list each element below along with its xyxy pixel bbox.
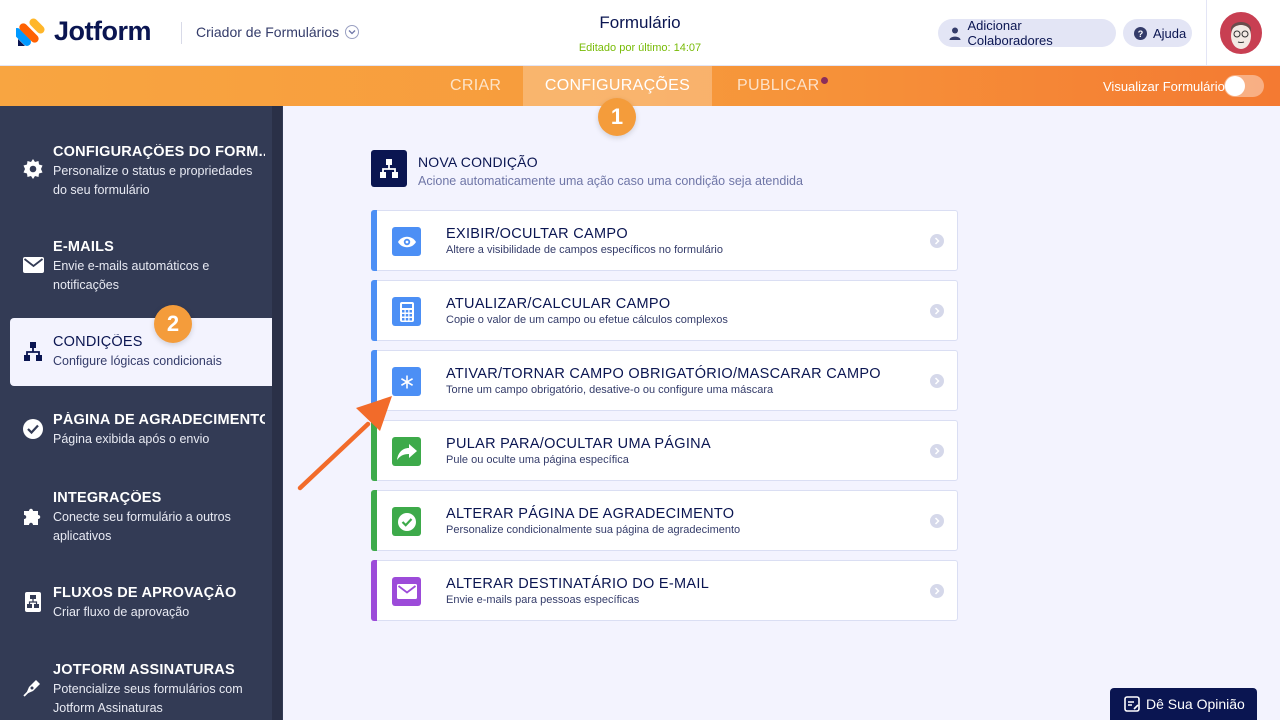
feedback-button[interactable]: Dê Sua Opinião xyxy=(1110,688,1257,720)
feedback-icon xyxy=(1124,696,1140,712)
annotation-arrow xyxy=(297,396,392,491)
feedback-label: Dê Sua Opinião xyxy=(1146,696,1245,712)
